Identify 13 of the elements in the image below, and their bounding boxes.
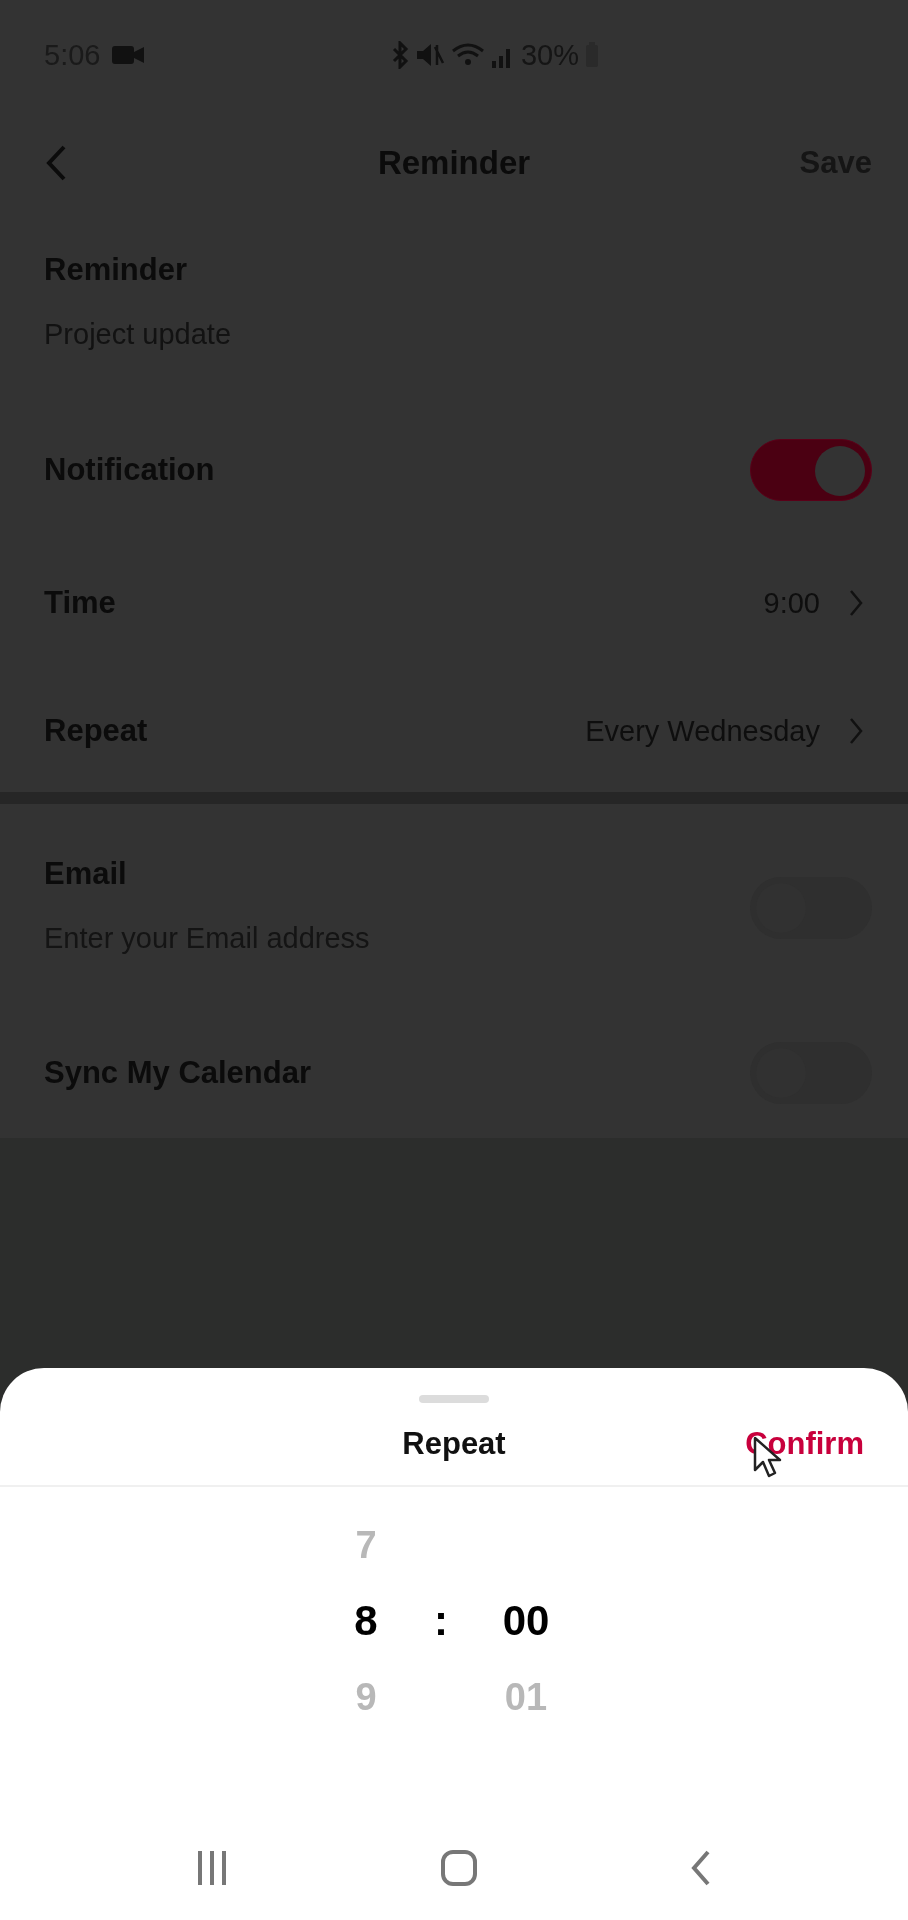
- hour-option[interactable]: 8: [354, 1597, 378, 1645]
- home-icon[interactable]: [440, 1849, 478, 1887]
- time-separator: :: [434, 1597, 448, 1645]
- minute-option[interactable]: 01: [504, 1675, 548, 1719]
- hour-option[interactable]: 7: [355, 1523, 377, 1567]
- sheet-title: Repeat: [402, 1426, 506, 1462]
- chevron-right-icon: [848, 716, 864, 746]
- minute-option[interactable]: 00: [502, 1597, 550, 1645]
- video-camera-icon: [112, 44, 145, 66]
- muted-speaker-icon: [414, 41, 445, 69]
- drag-handle[interactable]: [419, 1395, 489, 1403]
- hour-option[interactable]: 9: [355, 1675, 377, 1719]
- bluetooth-icon: [390, 41, 409, 69]
